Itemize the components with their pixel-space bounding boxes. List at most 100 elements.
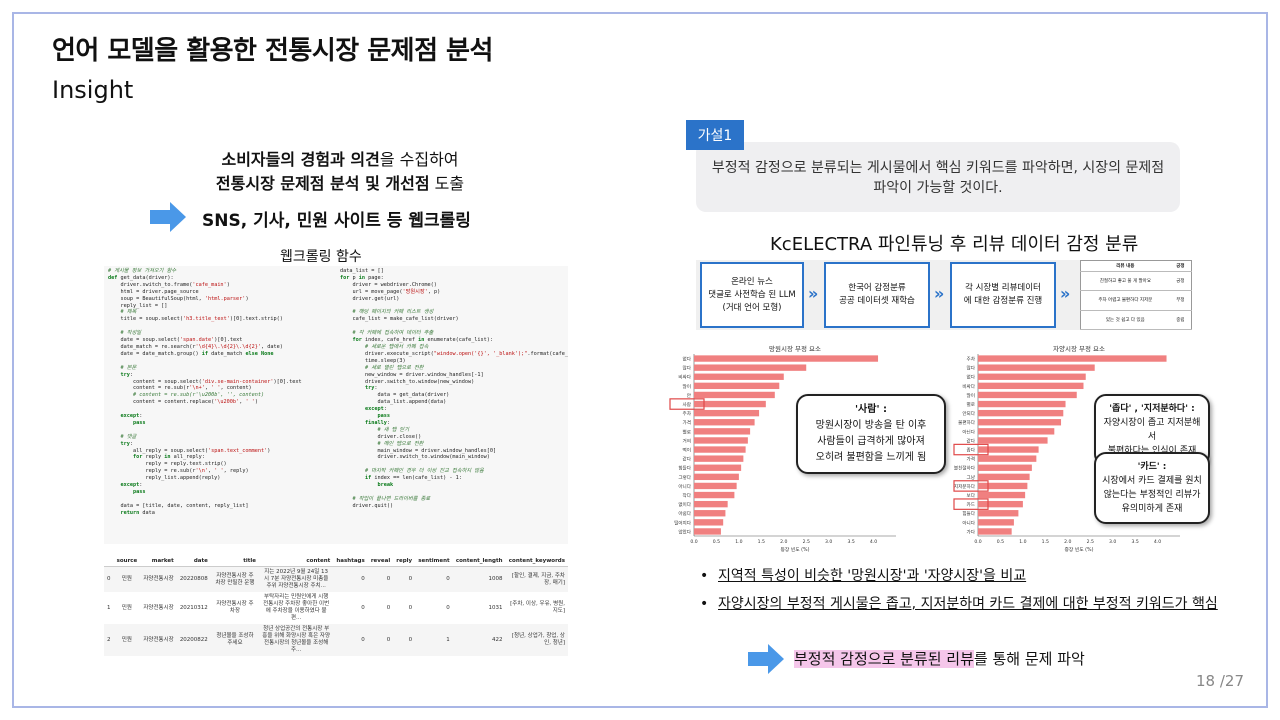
- flow-step-2-label: 한국어 감정분류 공공 데이터셋 재학습: [839, 283, 915, 306]
- x-tick-label: 3.5: [1131, 539, 1138, 545]
- chart-bar: [694, 500, 728, 508]
- callout-card: '카드' : 시장에서 카드 결제를 원치 않는다는 부정적인 리뷰가 유의미하…: [1094, 452, 1210, 524]
- table-row: 2 민원 자양전통시장 20200822 청년몰을 조성하주세요 청년 상업공간의 전통시…: [104, 624, 568, 656]
- flow-step-2: 한국어 감정분류 공공 데이터셋 재학습: [824, 262, 930, 328]
- chart-bar: [978, 500, 1023, 508]
- flow-step-3: 각 시장별 리뷰데이터 에 대한 감정분류 진행: [950, 262, 1056, 328]
- x-tick-label: 4.0: [1154, 539, 1161, 545]
- category-label: 없이다: [678, 501, 691, 508]
- table-cell: 1: [107, 604, 111, 611]
- category-label: 가격: [967, 456, 975, 463]
- category-label: 힘들다: [962, 510, 975, 517]
- table-cell: [청년, 상업가, 창업, 상인, 청년]: [505, 624, 568, 656]
- table-cell: 20210312: [179, 604, 208, 611]
- table-header-cell: reply: [393, 556, 416, 567]
- x-tick-label: 2.0: [1064, 539, 1071, 545]
- table-header-cell: date: [176, 556, 211, 567]
- chart-bar: [694, 482, 737, 490]
- table-cell: 자양전통시장 주차장 만필한 운행: [210, 566, 260, 592]
- table-cell: 0: [393, 624, 416, 656]
- page-current: 18: [1196, 672, 1216, 690]
- chart-bar: [978, 355, 1167, 362]
- chart-bar: [978, 519, 1014, 526]
- chart-bar: [694, 428, 751, 435]
- category-label: 별로: [967, 401, 975, 408]
- hypothesis-tag: 가설1: [686, 120, 744, 150]
- table-header-cell: content_length: [452, 556, 506, 567]
- x-tick-label: 1.0: [735, 539, 742, 545]
- flow-step-1: 온라인 뉴스 댓글로 사전학습 된 LLM (거대 언어 모형): [700, 262, 804, 328]
- table-cell: 0: [386, 604, 391, 611]
- x-tick-label: 3.0: [1109, 539, 1116, 545]
- page-title: 언어 모델을 활용한 전통시장 문제점 분석: [52, 36, 493, 66]
- table-cell: 자양전통시장 주차장: [216, 601, 254, 614]
- chart-bar: [694, 455, 744, 462]
- category-label: 가격: [683, 419, 691, 426]
- table-cell: 0: [408, 604, 413, 611]
- table-cell: 1008: [452, 566, 506, 592]
- category-label: 사람: [683, 401, 692, 408]
- chart-bar: [978, 391, 1077, 399]
- table-cell: 1: [415, 624, 453, 656]
- table-cell: 부탁자리는 민원인에게 시행전통시장 주차장 좋아한 이번에 주차장을 이용하였…: [263, 594, 330, 621]
- conclusion-highlight: 부정적 감정으로 분류된 리뷰: [794, 650, 974, 668]
- category-label: 비싸다: [962, 383, 975, 390]
- mini-cell: 부정: [1169, 290, 1192, 311]
- callout-card-body: 시장에서 카드 결제를 원치 않는다는 부정적인 리뷰가 유의미하게 존재: [1102, 476, 1202, 514]
- table-cell: 0: [393, 566, 416, 592]
- category-label: 않았다: [678, 528, 691, 535]
- table-cell: [주차, 이상, 우유, 병원, 지도]: [510, 601, 565, 614]
- table-cell: 20200822: [176, 624, 211, 656]
- category-label: 그렇다: [678, 474, 691, 481]
- table-header-cell: [104, 556, 114, 567]
- chart-bar: [694, 419, 755, 426]
- mini-cell: 있는 것 쉽고 다 있음: [1080, 310, 1170, 331]
- category-label: 좁다: [967, 446, 976, 453]
- conclusion: 부정적 감정으로 분류된 리뷰를 통해 문제 파악: [794, 648, 1085, 669]
- x-tick-label: 1.5: [1042, 539, 1049, 545]
- chart-bar: [694, 382, 780, 390]
- table-cell: 0: [333, 624, 368, 656]
- mini-cell: 주차 어렵고 불편하다 지저분: [1080, 290, 1170, 311]
- chart-bar: [978, 473, 1030, 481]
- table-header-cell: hashtags: [333, 556, 368, 567]
- mini-cell: 친절하고 좋고 물 게 팔아요: [1080, 271, 1170, 292]
- table-header-cell: title: [210, 556, 260, 567]
- intro-line1-rest: 을 수집하여: [379, 150, 459, 169]
- category-label: 보다: [967, 492, 976, 499]
- table-cell: 지는 2022년 9월 24일 13시 7분 자양전통시장 미총을 주위 자양전…: [259, 566, 334, 592]
- category-label: 아닌다: [962, 428, 975, 435]
- mini-cell: 긍정: [1169, 271, 1192, 292]
- chart-bar: [978, 482, 1028, 490]
- x-tick-label: 3.0: [825, 539, 832, 545]
- x-tick-label: 1.5: [758, 539, 765, 545]
- chart-bar: [978, 464, 1032, 471]
- category-label: 비싸다: [678, 374, 691, 381]
- chart-bar: [978, 446, 1039, 453]
- x-tick-label: 0.0: [974, 539, 981, 545]
- flow-step-1-label: 온라인 뉴스 댓글로 사전학습 된 LLM (거대 언어 모형): [708, 276, 796, 313]
- insight-bullets: 지역적 특성이 비슷한 '망원시장'과 '자양시장'을 비교 자양시장의 부정적…: [700, 562, 1218, 618]
- flow-step-3-label: 각 시장별 리뷰데이터 에 대한 감정분류 진행: [963, 283, 1043, 306]
- category-label: 없다: [967, 374, 976, 381]
- chart-bar: [978, 364, 1095, 371]
- table-cell: 자양전통시장: [140, 624, 177, 656]
- category-label: 주차: [967, 355, 976, 362]
- category-label: 작다: [683, 492, 692, 499]
- x-tick-label: 2.5: [803, 539, 810, 545]
- page-number: 18 /27: [1196, 672, 1244, 690]
- table-cell: 0: [361, 604, 365, 611]
- category-label: 떡이: [683, 446, 691, 453]
- hypothesis-text: 부정적 감정으로 분류되는 게시물에서 핵심 키워드를 파악하면, 시장의 문제…: [711, 160, 1165, 196]
- table-cell: 0: [367, 566, 394, 592]
- chart-bar: [694, 528, 721, 535]
- chevron-double-right-icon: »: [808, 284, 819, 303]
- table-row: 1 민원 자양전통시장 20210312 자양전통시장 주차장 부탁자리는 민원인에게 시…: [104, 592, 568, 624]
- category-label: 주차: [683, 410, 692, 417]
- category-label: 같다: [967, 437, 976, 444]
- table-cell: 자양전통시장: [143, 604, 174, 611]
- function-title: 웹크롤링 함수: [280, 249, 362, 265]
- callout-people: '사람' : 망원시장이 방송을 탄 이후 사람들이 급격하게 많아져 오히려 …: [796, 394, 946, 474]
- chart-bar: [694, 373, 784, 380]
- table-header-cell: market: [140, 556, 177, 567]
